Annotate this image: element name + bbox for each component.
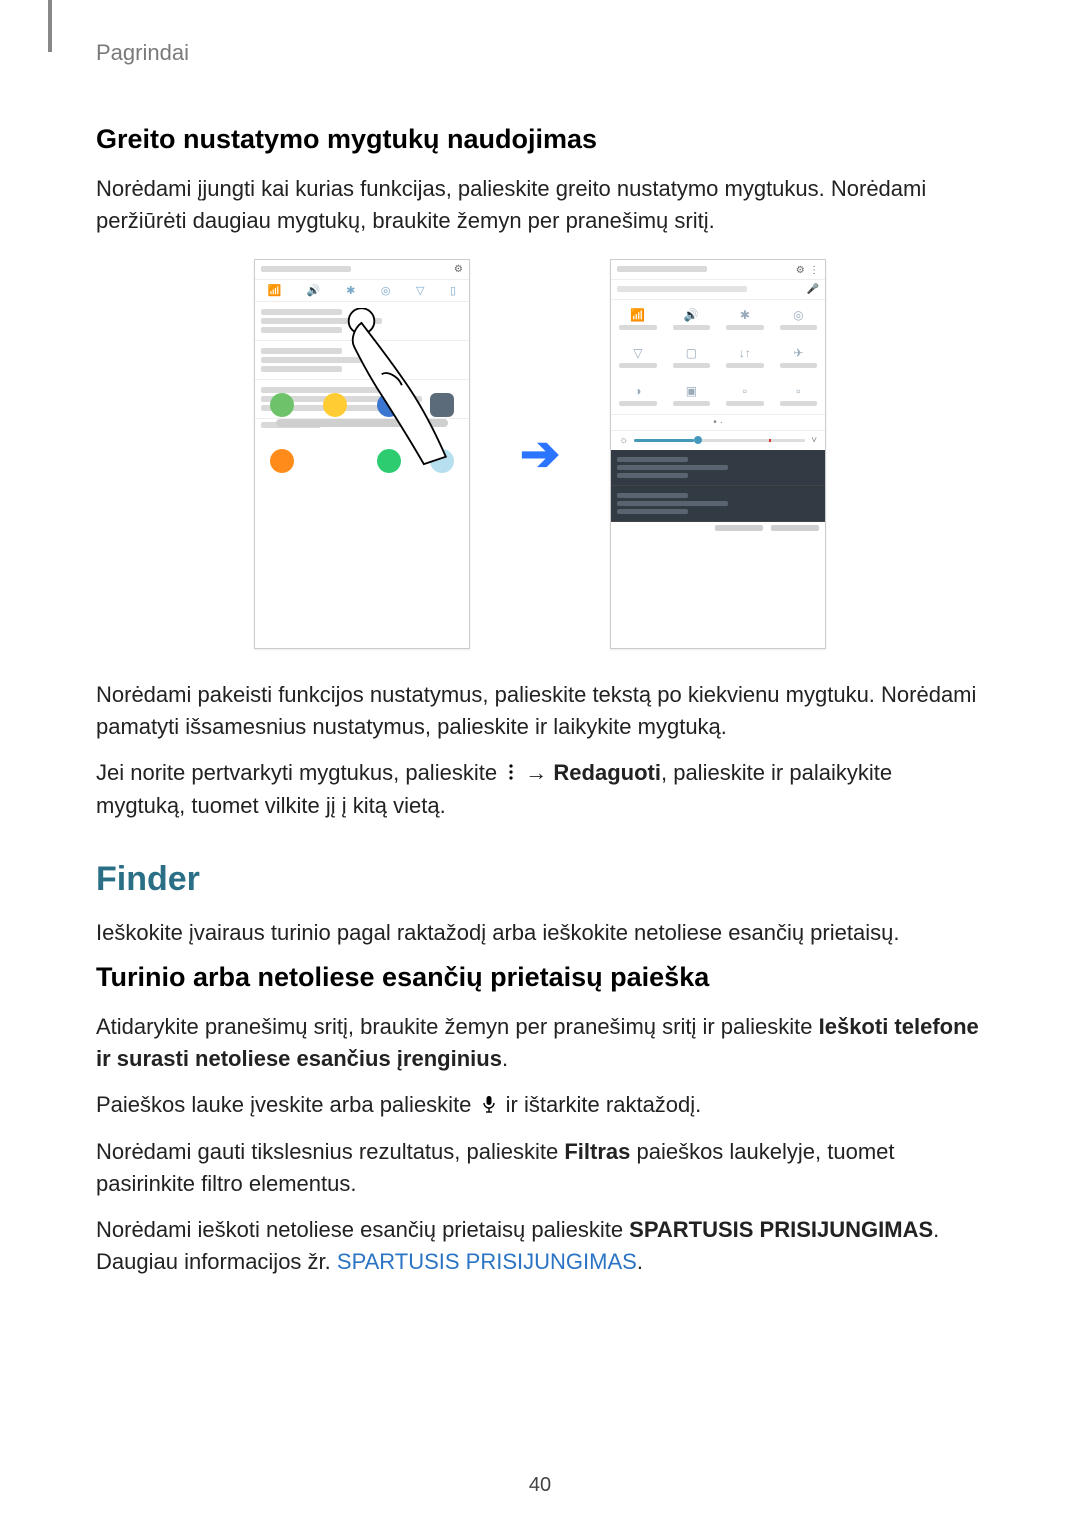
search-placeholder-blur [617,286,747,292]
airplane-icon: ✈ [793,346,803,360]
edit-label: Redaguoti [553,760,661,785]
text: ir ištarkite raktažodį. [506,1092,702,1117]
gear-icon: ⚙ [454,264,463,275]
page-number: 40 [0,1474,1080,1497]
statusbar: ⚙ [255,260,469,280]
sound-icon: 🔊 [684,308,699,322]
nav-row [255,509,469,515]
statusbar-icons: ⚙ ⋮ [796,260,819,278]
statusbar: ⚙ ⋮ [611,260,825,280]
section2-subheading: Turinio arba netoliese esančių prietaisų… [96,962,984,993]
phone-app-icon [270,393,294,417]
location-icon: ◑ [634,384,641,398]
quick-settings-grid: 📶 🔊 ✱ ◎ ▽ ▢ ↓↑ ✈ ◑ ▣ ▫ ▫ [611,300,825,414]
gear-icon: ⚙ [796,265,805,276]
flashlight-icon: ▽ [416,284,424,297]
nfc-icon: ▣ [686,384,697,398]
flashlight-icon: ▽ [633,346,642,360]
text: Paieškos lauke įveskite arba palieskite [96,1092,478,1117]
page: Pagrindai Greito nustatymo mygtukų naudo… [0,0,1080,1527]
data-icon: ↓↑ [739,346,751,360]
slider-track [634,439,805,442]
sync-icon: ▫ [796,384,800,398]
screenshot-notification-panel: ⚙ 📶 🔊 ✱ ◎ ▽ ▯ [254,259,470,649]
arrow-text: → [525,760,553,785]
figure-row: ⚙ 📶 🔊 ✱ ◎ ▽ ▯ [96,259,984,649]
more-icon: ⋮ [809,265,819,276]
rotate-icon: ◎ [381,284,391,297]
chevron-down-icon: ˅ [811,435,817,446]
arrow-right-icon: ➔ [520,426,560,482]
nav-icon [383,509,389,515]
section2-p3: Norėdami gauti tikslesnius rezultatus, p… [96,1136,984,1200]
wifi-icon: 📶 [630,308,645,322]
quick-settings-row: 📶 🔊 ✱ ◎ ▽ ▯ [255,280,469,302]
notification-dark [611,486,825,522]
text: Norėdami ieškoti netoliese esančių priet… [96,1217,629,1242]
app-icon [270,449,294,473]
microphone-icon: 🎤 [807,284,819,295]
microphone-icon [482,1090,496,1122]
quick-connect-label: SPARTUSIS PRISIJUNGIMAS [629,1217,933,1242]
text: Jei norite pertvarkyti mygtukus, paliesk… [96,760,503,785]
search-row: 🎤 [611,280,825,300]
notification-dark [611,450,825,486]
text: Atidarykite pranešimų sritį, braukite že… [96,1014,819,1039]
filter-label: Filtras [564,1139,630,1164]
wifi-icon: 📶 [268,284,282,297]
battery-icon: ▯ [450,284,456,297]
breadcrumb: Pagrindai [96,40,984,66]
bluetooth-icon: ✱ [346,284,355,297]
hand-gesture-icon [345,308,455,468]
text: . [502,1046,508,1071]
status-time-blur [261,266,351,272]
tab-marker [48,0,52,52]
text: . [637,1249,643,1274]
rotate-icon: ◎ [793,308,803,322]
section1-p3: Jei norite pertvarkyti mygtukus, paliesk… [96,757,984,822]
text: Norėdami gauti tikslesnius rezultatus, p… [96,1139,564,1164]
bluetooth-icon: ✱ [740,308,750,322]
section2-intro: Ieškokite įvairaus turinio pagal raktažo… [96,917,984,949]
app-icon [323,449,347,473]
status-time-blur [617,266,707,272]
brightness-icon: ☼ [619,435,628,446]
messages-app-icon [323,393,347,417]
brightness-slider: ☼ ˅ [611,431,825,450]
sound-icon: 🔊 [307,284,321,297]
power-icon: ▢ [686,346,697,360]
section2-p4: Norėdami ieškoti netoliese esančių priet… [96,1214,984,1278]
section2-p1: Atidarykite pranešimų sritį, braukite že… [96,1011,984,1075]
footer-buttons [611,522,825,534]
nav-icon [359,509,365,515]
section1-p2: Norėdami pakeisti funkcijos nustatymus, … [96,679,984,743]
section1-heading: Greito nustatymo mygtukų naudojimas [96,124,984,155]
section1-p1: Norėdami įjungti kai kurias funkcijas, p… [96,173,984,237]
more-icon [507,758,515,790]
section2-heading: Finder [96,860,984,899]
nav-icon [335,509,341,515]
section2-p2: Paieškos lauke įveskite arba palieskite … [96,1089,984,1122]
screenshot-quick-settings-expanded: ⚙ ⋮ 🎤 📶 🔊 ✱ ◎ ▽ ▢ ↓↑ ✈ ◑ ▣ ▫ ▫ • · [610,259,826,649]
file-icon: ▫ [743,384,747,398]
quick-connect-link[interactable]: SPARTUSIS PRISIJUNGIMAS [337,1249,637,1274]
page-indicator: • · [611,414,825,431]
